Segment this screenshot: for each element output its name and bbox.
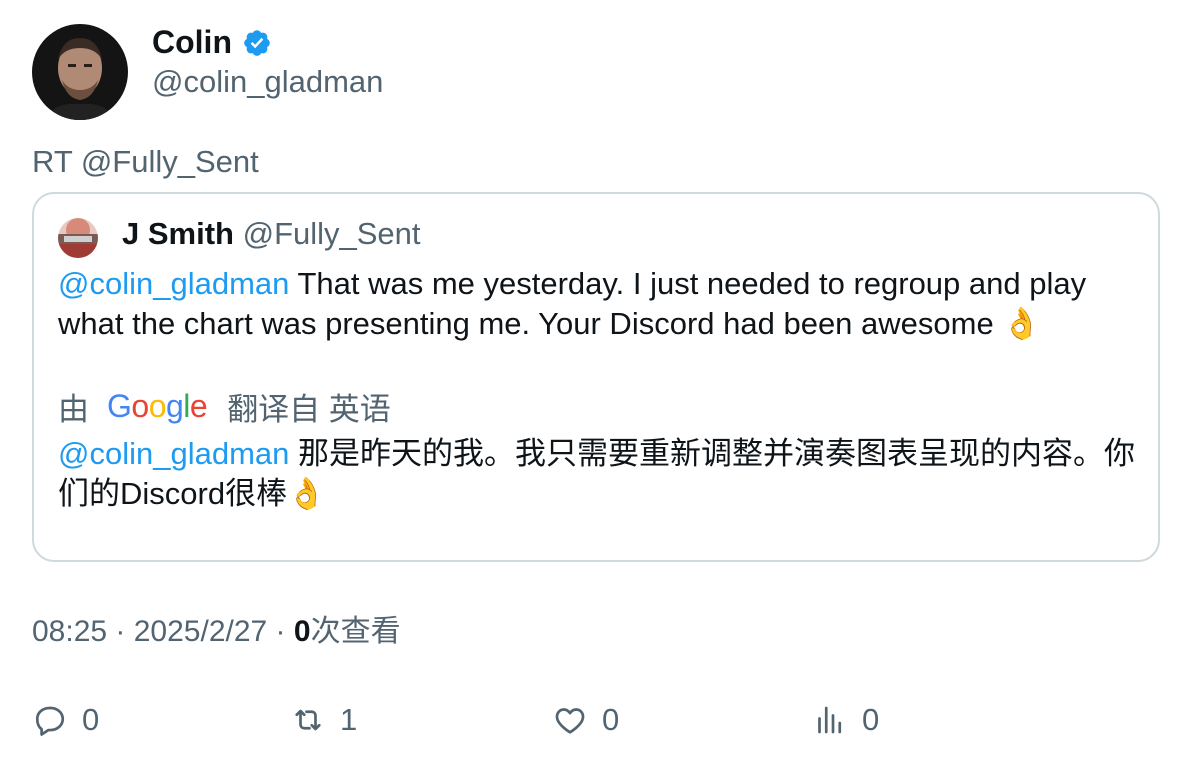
like-button[interactable]: 0 xyxy=(552,698,619,742)
retweet-count: 1 xyxy=(340,702,358,737)
analytics-icon xyxy=(818,706,842,734)
quoted-tweet-text: @colin_gladman That was me yesterday. I … xyxy=(58,264,1138,344)
quoted-author-avatar[interactable] xyxy=(58,218,98,258)
reply-icon xyxy=(35,706,65,736)
reply-count: 0 xyxy=(82,702,100,737)
retweet-icon xyxy=(295,709,321,731)
like-count: 0 xyxy=(602,702,620,737)
retweet-text: RT @Fully_Sent xyxy=(32,144,259,179)
author-avatar[interactable] xyxy=(32,24,128,120)
quoted-author-handle[interactable]: @Fully_Sent xyxy=(243,216,421,251)
quoted-avatar-image xyxy=(58,218,98,258)
translate-suffix: 翻译自 英语 xyxy=(227,391,391,427)
mention-link[interactable]: @colin_gladman xyxy=(58,266,289,301)
verified-badge-icon xyxy=(242,28,272,58)
translated-text: @colin_gladman 那是昨天的我。我只需要重新调整并演奏图表呈现的内容… xyxy=(58,434,1148,514)
tweet-date[interactable]: 2025/2/27 xyxy=(134,615,267,648)
translated-mention-link[interactable]: @colin_gladman xyxy=(58,436,289,471)
retweet-button[interactable]: 1 xyxy=(290,698,357,742)
author-name-row: Colin xyxy=(152,22,272,62)
reply-button[interactable]: 0 xyxy=(32,698,99,742)
action-bar: 0 1 0 0 xyxy=(32,698,1162,742)
author-handle[interactable]: @colin_gladman xyxy=(152,62,383,102)
meta-views-label: 次查看 xyxy=(310,615,401,648)
quoted-author-name[interactable]: J Smith xyxy=(122,216,234,251)
quoted-tweet-card[interactable]: J Smith @Fully_Sent @colin_gladman That … xyxy=(32,192,1160,562)
translation-attribution: 由 Google 翻译自 英语 xyxy=(58,384,391,428)
tweet-time[interactable]: 08:25 xyxy=(32,615,107,648)
author-avatar-image xyxy=(32,24,128,120)
google-logo: Google xyxy=(107,387,208,424)
heart-icon xyxy=(555,708,585,734)
quoted-header: J Smith @Fully_Sent xyxy=(122,212,421,256)
meta-views-count: 0 xyxy=(293,615,311,648)
author-name[interactable]: Colin xyxy=(152,22,232,62)
views-button[interactable]: 0 xyxy=(812,698,879,742)
translate-prefix: 由 xyxy=(58,391,89,427)
meta-separator: · xyxy=(107,615,134,648)
meta-separator-2: · xyxy=(267,615,294,648)
views-count: 0 xyxy=(862,702,880,737)
tweet-meta: 08:25 · 2025/2/27 · 0次查看 xyxy=(32,612,401,652)
